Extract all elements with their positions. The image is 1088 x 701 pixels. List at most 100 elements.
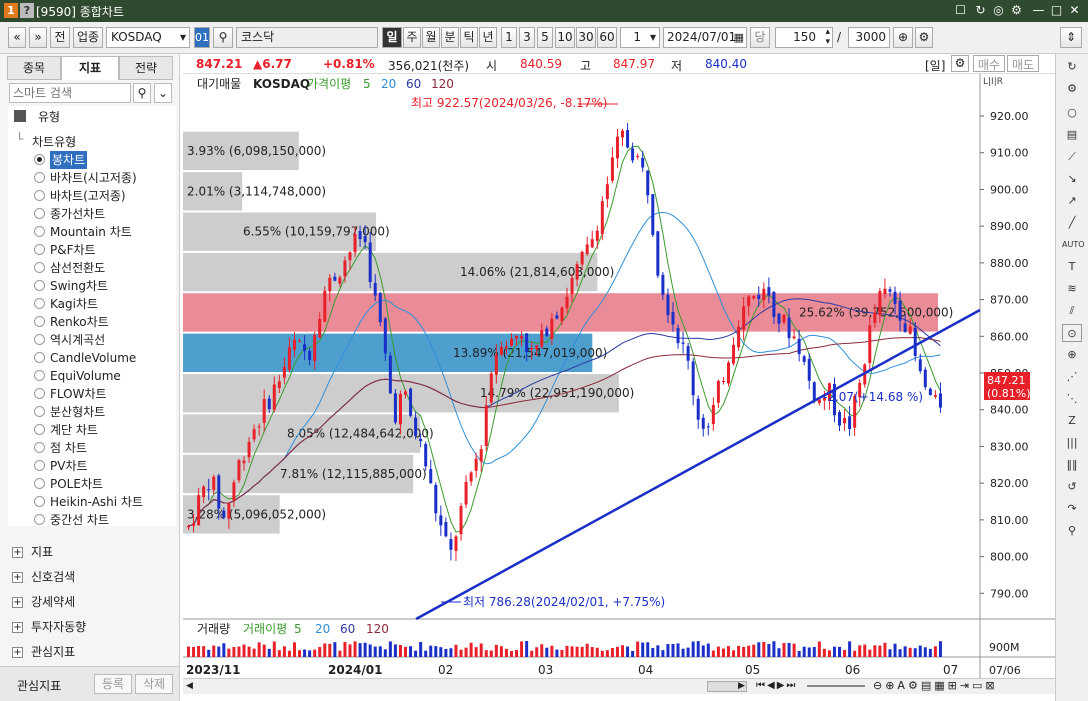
smart-search-input[interactable]: [9, 83, 131, 103]
code-box[interactable]: 01: [194, 27, 210, 48]
chart-tool-icon[interactable]: ▤: [1062, 126, 1082, 144]
capture-icon[interactable]: ◎: [990, 2, 1007, 19]
symbol-name-field[interactable]: 코스닥: [236, 27, 378, 48]
indicator-section[interactable]: + 관심지표: [12, 641, 75, 663]
tool-toggle-icon[interactable]: ⇕: [1060, 27, 1082, 48]
close-button[interactable]: ✕: [1066, 2, 1083, 19]
refresh-icon[interactable]: ↻: [1062, 58, 1082, 76]
cycle-tool-icon[interactable]: |||: [1062, 434, 1082, 452]
diagonal-tool-icon[interactable]: ╱: [1062, 214, 1082, 232]
buy-button[interactable]: 매수: [973, 55, 1005, 72]
chart-type-radio[interactable]: [34, 370, 45, 381]
auto-tool-icon[interactable]: AUTO: [1062, 236, 1085, 254]
period-minute-button[interactable]: 분: [441, 27, 459, 48]
chart-type-radio[interactable]: [34, 388, 45, 399]
period-day-button[interactable]: 일: [382, 27, 402, 48]
chart-type-radio[interactable]: [34, 208, 45, 219]
minimize-button[interactable]: —: [1030, 2, 1047, 19]
speed-slider[interactable]: [807, 685, 865, 687]
chart-type-radio[interactable]: [34, 478, 45, 489]
search-icon[interactable]: ⚲: [1062, 522, 1082, 540]
market-select[interactable]: KOSDAQ ▾: [106, 27, 190, 48]
text-tool-icon[interactable]: T: [1062, 258, 1082, 276]
indicator-section[interactable]: + 지표: [12, 541, 53, 563]
spinner-icon[interactable]: ▴ ▾: [825, 27, 830, 47]
search-icon[interactable]: ⚲: [133, 83, 151, 103]
help-icon[interactable]: ?: [20, 3, 34, 18]
chart-type-item[interactable]: 삼선전환도: [50, 259, 105, 277]
fan-tool-icon[interactable]: ⋱: [1062, 390, 1082, 408]
screen-icon[interactable]: ☐: [952, 2, 969, 19]
current-button[interactable]: 당: [750, 27, 770, 48]
axis-log-icon[interactable]: L|I|R: [983, 77, 1003, 87]
chart-type-item[interactable]: 중간선 차트: [50, 511, 109, 529]
chart-type-item[interactable]: 봉차트: [50, 151, 88, 169]
undo-icon[interactable]: ↺: [1062, 478, 1082, 496]
sell-button[interactable]: 매도: [1007, 55, 1039, 72]
count-select[interactable]: 1 ▾: [620, 27, 660, 48]
price-chart-svg[interactable]: 3.93% (6,098,150,000) 2.01% (3,114,748,00…: [183, 74, 1055, 678]
chart-type-item[interactable]: CandleVolume: [50, 349, 136, 367]
maximize-button[interactable]: □: [1048, 2, 1065, 19]
settings-icon[interactable]: ⚙: [1008, 2, 1025, 19]
register-button[interactable]: 등록: [94, 674, 132, 694]
interval-5-button[interactable]: 5: [537, 27, 553, 48]
search-icon[interactable]: ⚲: [213, 27, 233, 48]
chart-type-item[interactable]: 계단 차트: [50, 421, 98, 439]
calendar-icon[interactable]: ▦: [734, 28, 744, 47]
chart-type-radio[interactable]: [34, 244, 45, 255]
fib-tool-icon[interactable]: ≋: [1062, 280, 1082, 298]
chart-type-item[interactable]: EquiVolume: [50, 367, 121, 385]
chart-type-item[interactable]: Heikin-Ashi 차트: [50, 493, 143, 511]
ray-tool-icon[interactable]: ↘: [1062, 170, 1082, 188]
sector-button[interactable]: 업종: [73, 27, 103, 48]
indicator-section[interactable]: + 강세약세: [12, 591, 75, 613]
chart-type-item[interactable]: 바차트(고저종): [50, 187, 126, 205]
chart-type-radio[interactable]: [34, 154, 45, 165]
nav-prev-button[interactable]: «: [8, 27, 26, 48]
chart-type-item[interactable]: POLE차트: [50, 475, 103, 493]
chart-type-item[interactable]: Renko차트: [50, 313, 109, 331]
expand-icon[interactable]: +: [12, 547, 23, 558]
zigzag-tool-icon[interactable]: Z: [1062, 412, 1082, 430]
chart-type-radio[interactable]: [34, 406, 45, 417]
chart-type-item[interactable]: P&F차트: [50, 241, 96, 259]
section-type-label[interactable]: 유형: [38, 108, 60, 125]
tab-stock[interactable]: 종목: [7, 56, 61, 80]
period-year-button[interactable]: 년: [479, 27, 497, 48]
trend-tool-icon[interactable]: ↗: [1062, 192, 1082, 210]
indicator-section[interactable]: + 투자자동향: [12, 616, 86, 638]
chevron-down-icon[interactable]: ⌄: [154, 83, 172, 103]
grid-tool-icon[interactable]: ‖‖: [1062, 456, 1082, 474]
chart-type-item[interactable]: 역시계곡선: [50, 331, 105, 349]
total-count-input[interactable]: 3000: [848, 27, 890, 48]
tab-indicator[interactable]: 지표: [61, 56, 119, 80]
playback-icons[interactable]: ⏮◀▶⏭: [756, 680, 797, 691]
chart-type-item[interactable]: Mountain 차트: [50, 223, 132, 241]
chart-scrollbar[interactable]: ◀ ▶ ⏮◀▶⏭ ⊖⊕A⚙▤▦⊞⇥▭⊠: [183, 678, 1055, 694]
refresh-icon[interactable]: ↻: [972, 2, 989, 19]
expand-icon[interactable]: +: [12, 622, 23, 633]
scroll-right-icon[interactable]: ▶: [738, 681, 745, 691]
chart-type-radio[interactable]: [34, 514, 45, 525]
chart-type-item[interactable]: PV차트: [50, 457, 88, 475]
expand-icon[interactable]: +: [12, 597, 23, 608]
period-week-button[interactable]: 주: [403, 27, 421, 48]
date-field[interactable]: 2024/07/01 ▦: [663, 27, 747, 48]
chart-type-item[interactable]: 바차트(시고저종): [50, 169, 137, 187]
chart-type-radio[interactable]: [34, 352, 45, 363]
delete-button[interactable]: 삭제: [135, 674, 173, 694]
chart-type-item[interactable]: Kagi차트: [50, 295, 98, 313]
chart-type-header[interactable]: 차트유형: [32, 133, 76, 150]
chart-type-item[interactable]: FLOW차트: [50, 385, 107, 403]
chart-type-radio[interactable]: [34, 280, 45, 291]
chart-area[interactable]: 3.93% (6,098,150,000) 2.01% (3,114,748,00…: [183, 74, 1055, 678]
channel-tool-icon[interactable]: ⫽: [1062, 302, 1082, 320]
expand-icon[interactable]: +: [12, 647, 23, 658]
gear-icon[interactable]: ⚙: [1062, 80, 1082, 98]
chart-type-radio[interactable]: [34, 190, 45, 201]
period-month-button[interactable]: 월: [422, 27, 440, 48]
interval-3-button[interactable]: 3: [519, 27, 535, 48]
chart-type-radio[interactable]: [34, 334, 45, 345]
expand-icon[interactable]: +: [12, 572, 23, 583]
